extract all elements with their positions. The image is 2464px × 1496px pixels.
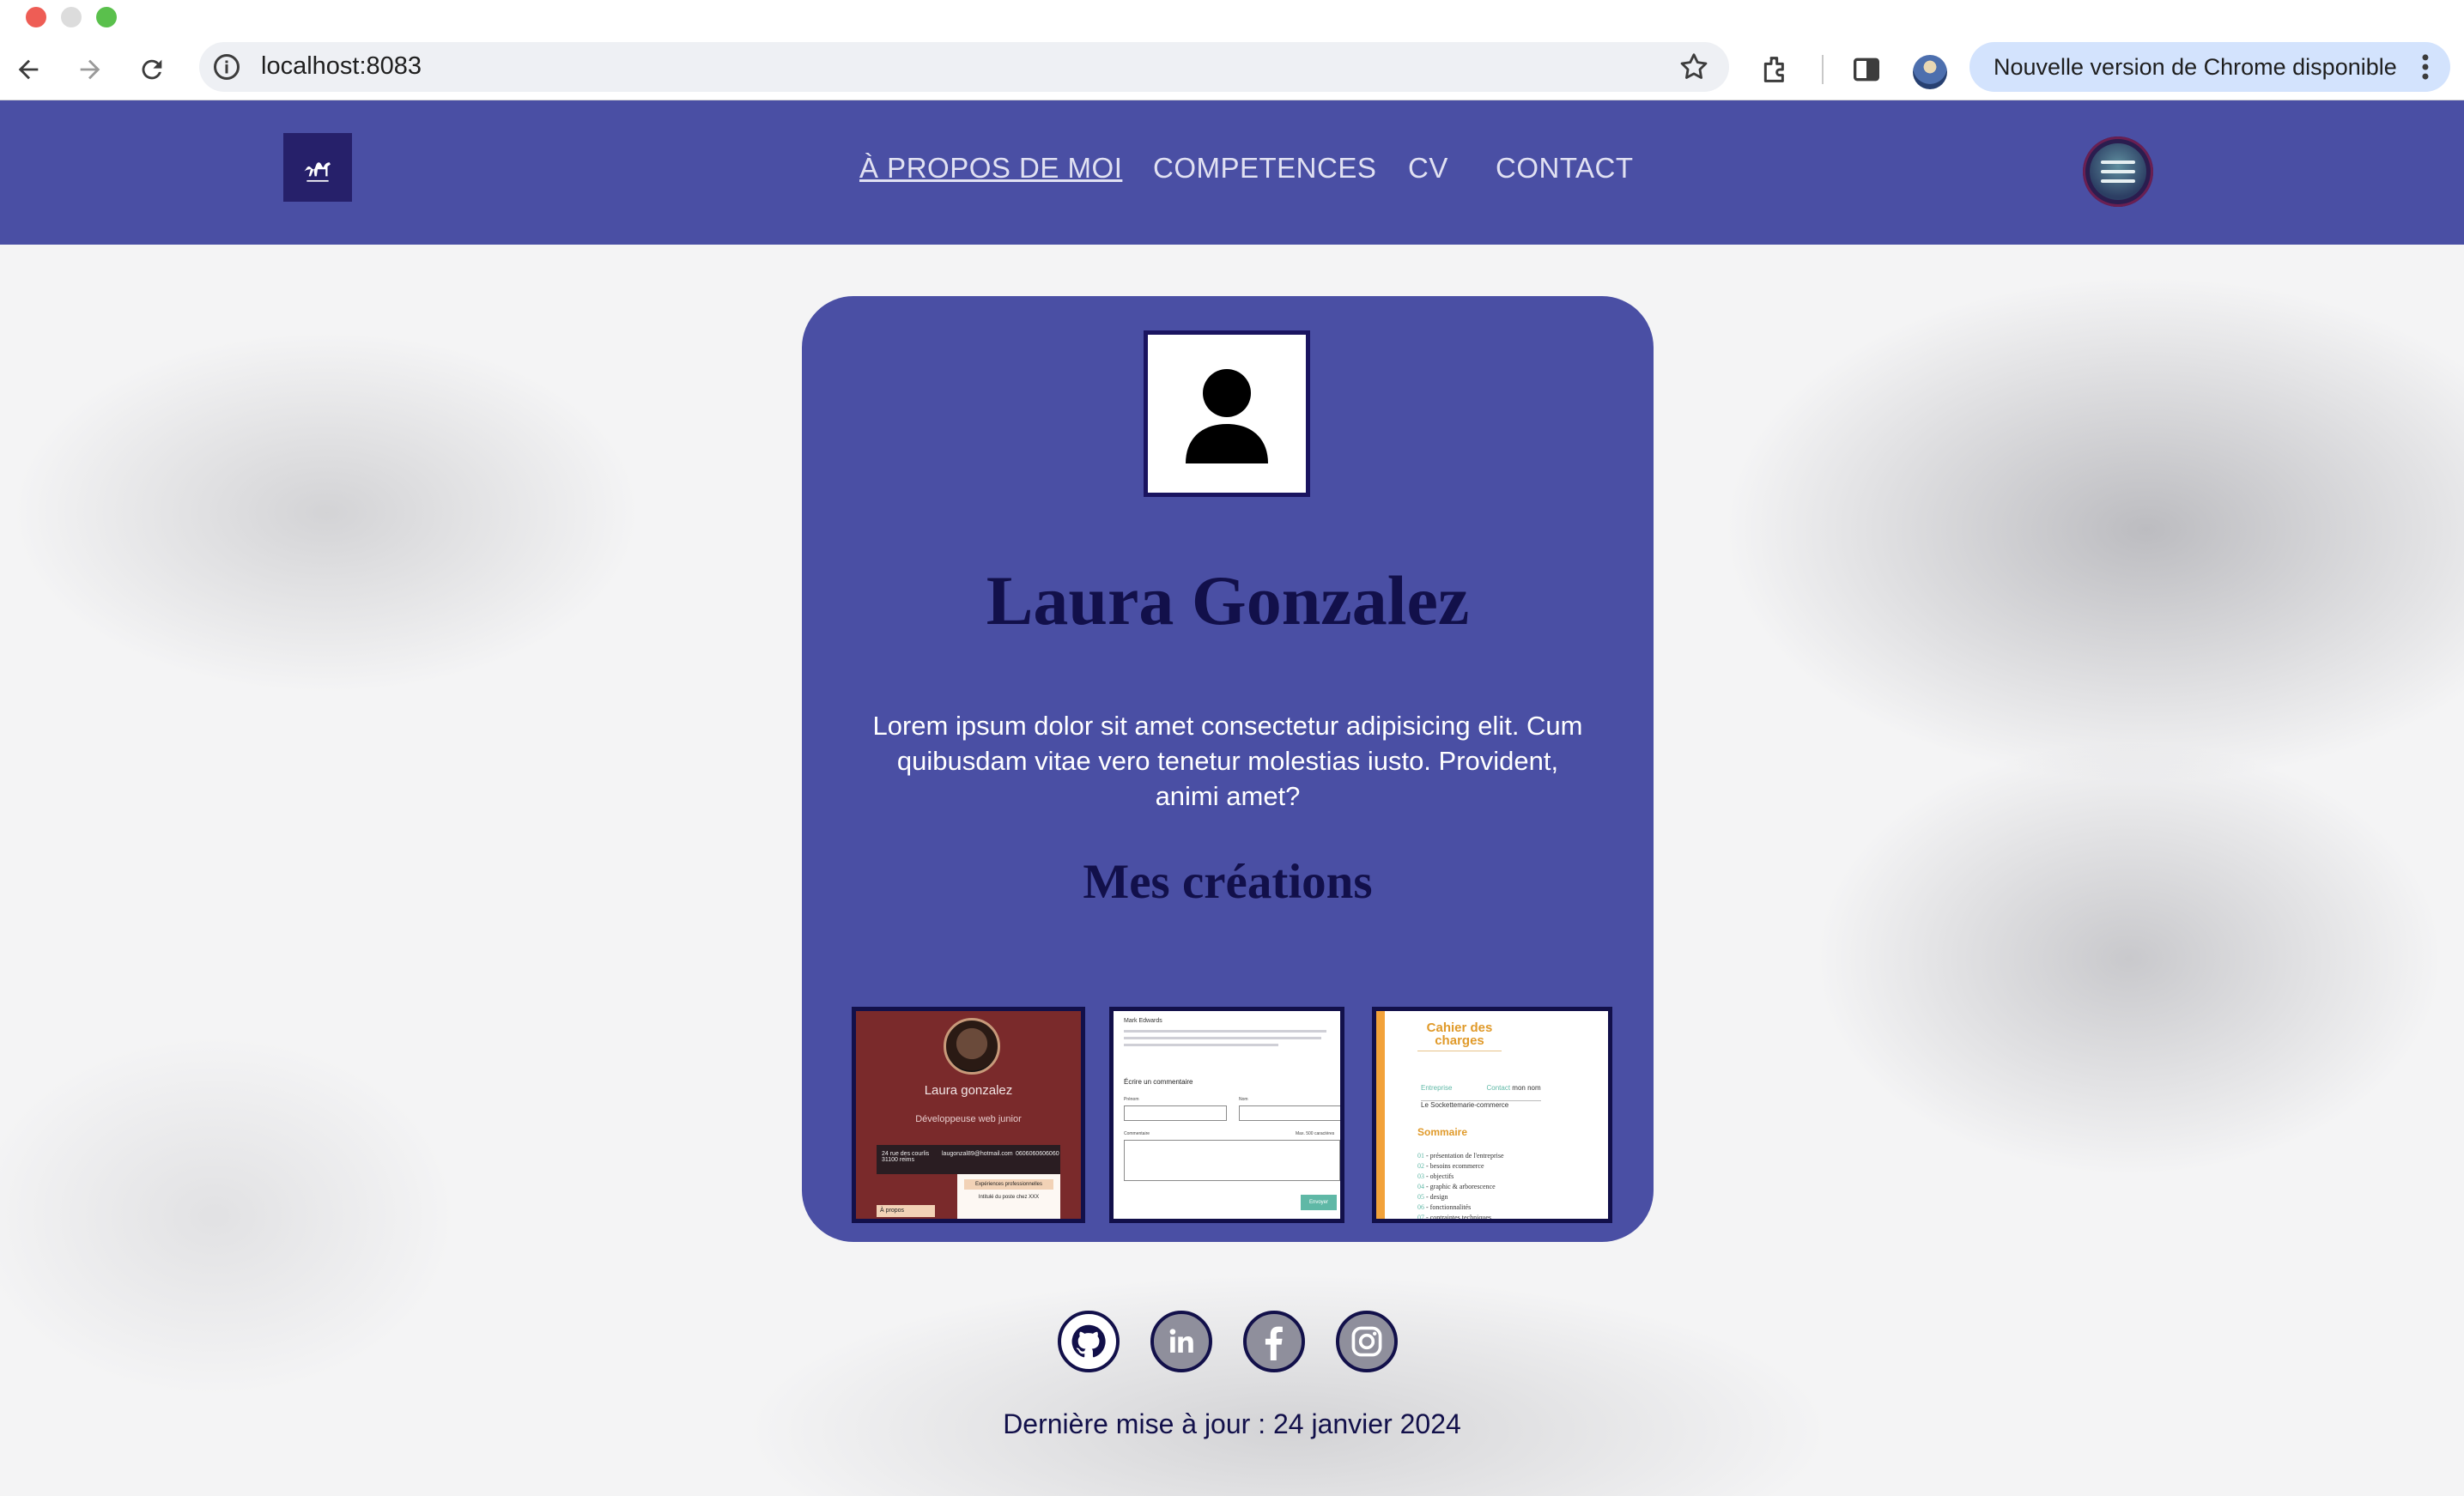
extensions-puzzle-icon[interactable]: [1758, 52, 1793, 87]
minimize-window-button[interactable]: [61, 7, 82, 27]
linkedin-link[interactable]: [1150, 1311, 1212, 1372]
thumb-phone: 0606060606060: [1016, 1151, 1059, 1157]
thumb-contact-label: Contact: [1486, 1084, 1511, 1092]
thumb-comment-title: Écrire un commentaire: [1124, 1078, 1193, 1086]
facebook-link[interactable]: [1243, 1311, 1305, 1372]
creation-thumbnail-specifications[interactable]: Cahier des charges Entreprise Contact mo…: [1372, 1007, 1612, 1223]
maximize-window-button[interactable]: [96, 7, 117, 27]
thumb-accent-bar: [1376, 1011, 1385, 1219]
thumb-company-line: Entreprise Contact mon nom: [1421, 1084, 1541, 1092]
info-icon[interactable]: [211, 51, 242, 82]
thumb-author: Mark Edwards: [1124, 1018, 1162, 1024]
nav-link-about[interactable]: À PROPOS DE MOI: [859, 152, 1122, 185]
url-text[interactable]: localhost:8083: [261, 52, 422, 81]
arrow-right-icon: [80, 59, 100, 80]
avatar: [1144, 330, 1310, 497]
thumb-lastname-label: Nom: [1239, 1097, 1248, 1102]
side-panel-icon[interactable]: [1849, 52, 1884, 87]
summary-item: 01 - présentation de l'entreprise: [1417, 1152, 1504, 1160]
instagram-link[interactable]: [1336, 1311, 1398, 1372]
thumb-text-line: [1124, 1037, 1321, 1039]
arrow-left-icon: [18, 59, 39, 80]
update-notice-label: Nouvelle version de Chrome disponible: [1994, 53, 2397, 80]
thumb-role: Développeuse web junior: [915, 1114, 1022, 1124]
address-bar[interactable]: localhost:8083: [199, 42, 1729, 92]
thumb-experience-panel: Expériences professionnelles Intitulé du…: [957, 1174, 1060, 1219]
thumb-comment-label: Commentaire: [1124, 1131, 1150, 1136]
github-icon: [1071, 1324, 1106, 1358]
creation-thumbnail-cv[interactable]: Laura gonzalez Développeuse web junior 2…: [852, 1007, 1085, 1223]
thumb-max-chars: Max. 500 caractères: [1296, 1131, 1335, 1136]
thumb-address: 24 rue des courlis 31100 reims: [882, 1151, 930, 1163]
site-header: À PROPOS DE MOI COMPETENCES CV CONTACT: [0, 100, 2464, 245]
summary-item: 07 - contraintes techniques: [1417, 1214, 1491, 1221]
summary-item: 06 - fonctionnalités: [1417, 1203, 1472, 1211]
thumb-contact-value: mon nom: [1512, 1084, 1541, 1092]
profile-card: Laura Gonzalez Lorem ipsum dolor sit ame…: [802, 296, 1654, 1242]
thumb-summary-title: Sommaire: [1417, 1126, 1468, 1138]
thumb-doc-title: Cahier des charges: [1417, 1021, 1502, 1051]
thumb-experience-tag: Expériences professionnelles: [964, 1179, 1053, 1190]
forward-button[interactable]: [69, 48, 112, 91]
thumb-firstname-label: Prénom: [1124, 1097, 1139, 1102]
thumb-about-button: À propos: [877, 1205, 935, 1217]
thumb-contact-box: 24 rue des courlis 31100 reims laugonzal…: [877, 1145, 1060, 1174]
instagram-icon: [1351, 1326, 1382, 1357]
nav-link-competences[interactable]: COMPETENCES: [1153, 152, 1376, 185]
thumb-name: Laura gonzalez: [924, 1083, 1013, 1098]
hamburger-menu-button[interactable]: [2083, 136, 2153, 207]
profile-name: Laura Gonzalez: [986, 561, 1470, 639]
portrait-photo: [944, 1018, 1000, 1075]
thumb-firstname-input: [1124, 1105, 1227, 1121]
last-update-text: Dernière mise à jour : 24 janvier 2024: [1003, 1408, 1461, 1439]
user-silhouette-icon: [1186, 369, 1268, 463]
creations-title: Mes créations: [1083, 855, 1373, 909]
close-window-button[interactable]: [26, 7, 46, 27]
toolbar-divider: [1822, 55, 1824, 84]
profile-bio: Lorem ipsum dolor sit amet consectetur a…: [872, 711, 1583, 811]
thumb-job-title: Intitulé du poste chez XXX: [978, 1195, 1040, 1200]
page-viewport: À PROPOS DE MOI COMPETENCES CV CONTACT L…: [0, 100, 2464, 1496]
nav-link-cv[interactable]: CV: [1408, 152, 1448, 185]
thumb-company-label: Entreprise: [1421, 1084, 1453, 1092]
chrome-update-button[interactable]: Nouvelle version de Chrome disponible: [1969, 42, 2450, 92]
reload-icon: [142, 59, 162, 80]
summary-item: 02 - besoins ecommerce: [1417, 1162, 1484, 1170]
linkedin-icon: [1169, 1329, 1193, 1353]
back-button[interactable]: [7, 48, 50, 91]
thumb-text-line: [1124, 1030, 1326, 1033]
creation-thumbnail-comment-form[interactable]: Mark Edwards Écrire un commentaire Préno…: [1109, 1007, 1344, 1223]
summary-item: 04 - graphic & arborescence: [1417, 1183, 1496, 1190]
bookmark-star-icon[interactable]: [1678, 51, 1710, 83]
nav-link-contact[interactable]: CONTACT: [1496, 152, 1634, 185]
github-link[interactable]: [1058, 1311, 1120, 1372]
thumb-comment-textarea: [1124, 1140, 1340, 1181]
thumb-email: laugonzal89@hotmail.com: [942, 1151, 1013, 1157]
thumb-lastname-input: [1239, 1105, 1340, 1121]
browser-titlebar: [0, 0, 2464, 39]
summary-item: 03 - objectifs: [1417, 1172, 1454, 1180]
reload-button[interactable]: [130, 48, 173, 91]
summary-item: 05 - design: [1417, 1193, 1448, 1201]
profile-avatar[interactable]: [1913, 55, 1947, 89]
hamburger-icon: [2090, 143, 2146, 200]
social-links: [0, 1311, 2464, 1372]
thumb-send-button: Envoyer: [1301, 1195, 1337, 1210]
more-vertical-icon[interactable]: [2412, 51, 2438, 83]
thumb-text-line: [1124, 1044, 1278, 1046]
facebook-icon: [1265, 1326, 1283, 1360]
browser-toolbar: localhost:8083 Nouvelle version de Chrom…: [0, 39, 2464, 100]
thumb-project-name: Le Sockettemarie-commerce: [1421, 1100, 1541, 1109]
